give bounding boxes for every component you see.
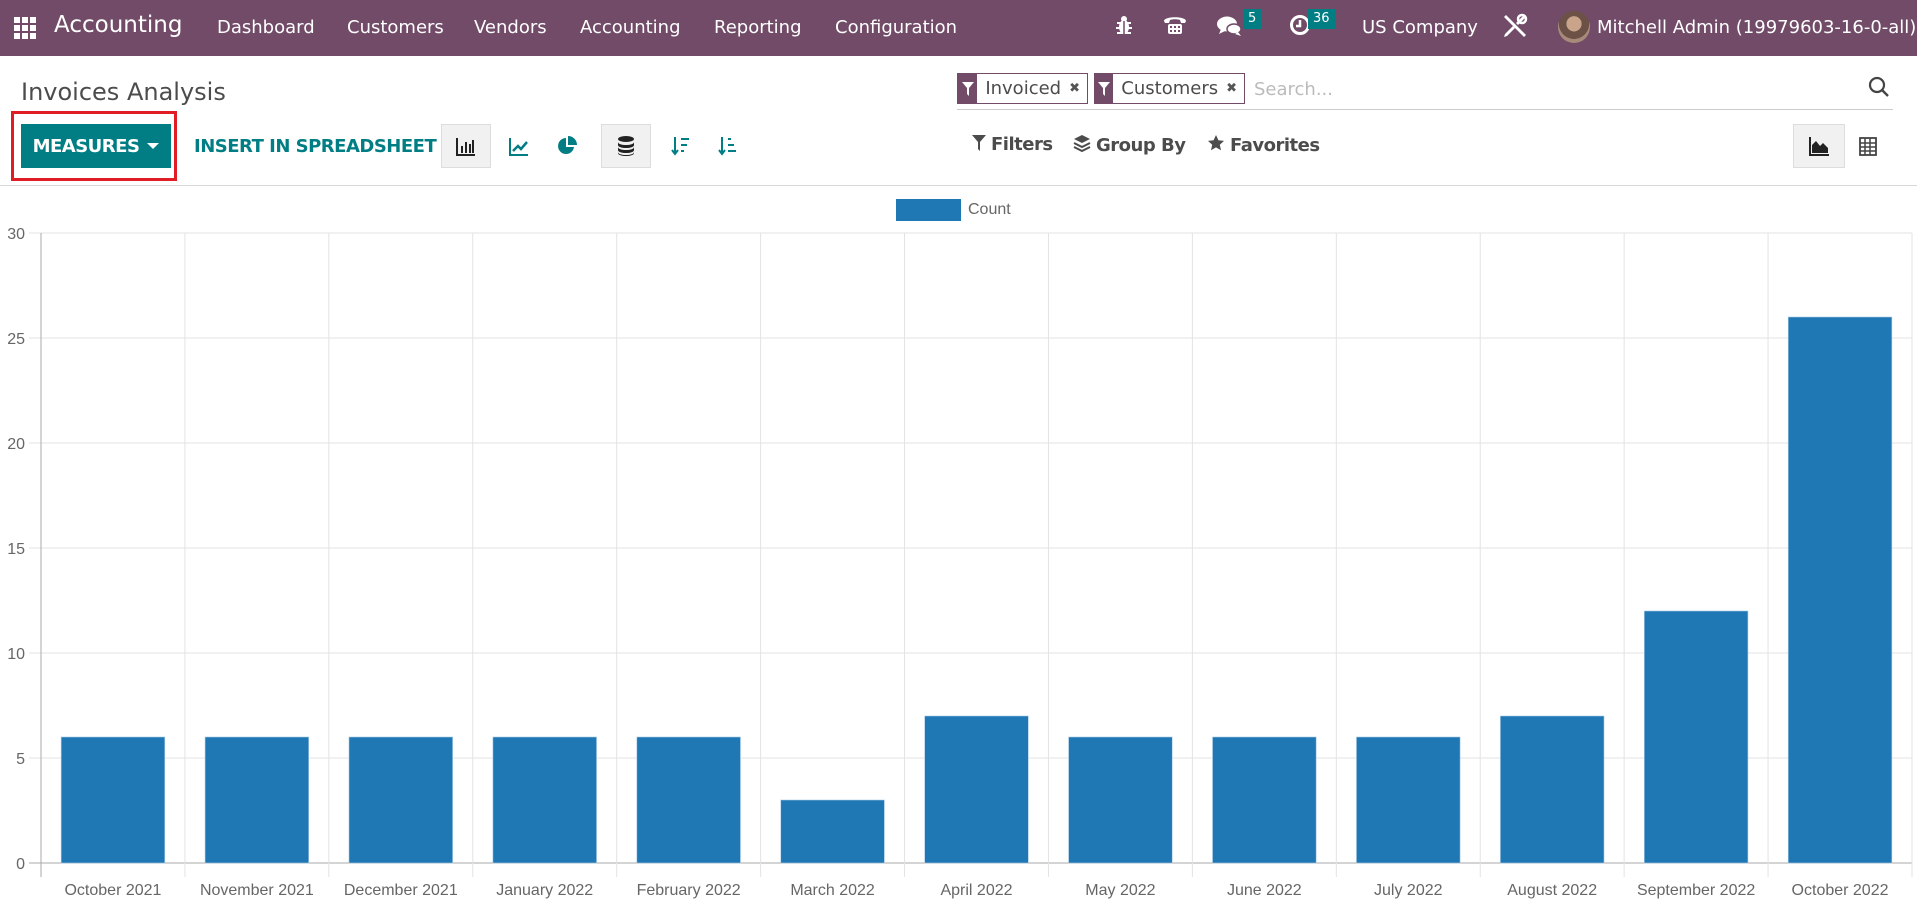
debug-bug-icon[interactable] — [1115, 14, 1133, 41]
pivot-table-icon — [1859, 137, 1877, 156]
stacked-toggle-button[interactable] — [601, 124, 651, 168]
filter-icon — [958, 74, 978, 103]
facet-label: Invoiced — [985, 78, 1062, 99]
bar-january-2022 — [492, 736, 597, 864]
legend-label: Count — [968, 201, 1011, 218]
menu-vendors[interactable]: Vendors — [474, 17, 547, 38]
bar-october-2022 — [1787, 316, 1893, 864]
top-navbar: Accounting Dashboard Customers Vendors A… — [0, 0, 1917, 56]
legend-swatch — [896, 199, 961, 221]
bar-chart-button[interactable] — [441, 124, 491, 168]
bar-may-2022 — [1068, 736, 1173, 864]
favorites-label: Favorites — [1230, 134, 1320, 156]
caret-down-icon — [147, 143, 160, 149]
y-tick-label: 5 — [16, 751, 25, 768]
x-tick-label: March 2022 — [790, 882, 875, 899]
search-bar: Invoiced ✖ Customers ✖ — [957, 73, 1893, 110]
line-chart-button[interactable] — [494, 124, 544, 168]
x-tick-label: July 2022 — [1374, 882, 1443, 899]
x-tick-label: April 2022 — [940, 882, 1012, 899]
bar-chart-icon — [456, 138, 475, 156]
line-chart-icon — [509, 138, 528, 156]
bar-july-2022 — [1356, 736, 1461, 864]
menu-reporting[interactable]: Reporting — [714, 17, 802, 38]
bar-november-2021 — [204, 736, 309, 864]
remove-facet-icon[interactable]: ✖ — [1069, 81, 1087, 96]
settings-tools-icon[interactable] — [1502, 13, 1528, 44]
bar-march-2022 — [780, 799, 885, 864]
filters-label: Filters — [991, 134, 1053, 155]
facet-label: Customers — [1121, 78, 1219, 99]
x-tick-label: October 2021 — [64, 882, 161, 899]
x-tick-label: September 2022 — [1637, 882, 1755, 899]
phone-icon[interactable] — [1163, 14, 1187, 41]
bar-october-2021 — [60, 736, 166, 864]
bar-august-2022 — [1500, 715, 1605, 864]
app-menu-icon[interactable] — [14, 17, 36, 39]
insert-in-spreadsheet-button[interactable]: INSERT IN SPREADSHEET — [194, 124, 437, 168]
group-by-dropdown[interactable]: Group By — [1073, 134, 1186, 156]
activities-badge: 36 — [1308, 9, 1335, 29]
remove-facet-icon[interactable]: ✖ — [1226, 81, 1244, 96]
measures-label: MEASURES — [32, 135, 140, 157]
y-tick-label: 20 — [7, 436, 25, 453]
area-chart-icon — [1809, 137, 1829, 156]
user-menu[interactable]: Mitchell Admin (19979603-16-0-all) — [1597, 17, 1916, 38]
search-input[interactable] — [1254, 75, 1834, 103]
bar-april-2022 — [924, 715, 1029, 864]
app-name[interactable]: Accounting — [54, 12, 182, 38]
y-tick-label: 25 — [7, 331, 25, 348]
bar-february-2022 — [636, 736, 741, 864]
facet-invoiced: Invoiced ✖ — [957, 73, 1088, 104]
filter-icon — [1095, 74, 1114, 103]
control-panel-divider — [0, 185, 1917, 186]
search-icon[interactable] — [1867, 75, 1891, 99]
database-stack-icon — [618, 136, 634, 156]
filters-dropdown[interactable]: Filters — [972, 134, 1053, 155]
group-by-label: Group By — [1096, 134, 1186, 156]
star-icon — [1207, 134, 1225, 156]
x-tick-label: October 2022 — [1792, 882, 1889, 899]
pie-chart-icon — [558, 136, 577, 154]
filter-icon — [972, 134, 986, 155]
x-tick-label: November 2021 — [200, 882, 314, 899]
x-tick-label: August 2022 — [1507, 882, 1597, 899]
menu-dashboard[interactable]: Dashboard — [217, 17, 315, 38]
sort-ascending-button[interactable] — [703, 124, 753, 168]
bar-december-2021 — [348, 736, 453, 864]
menu-configuration[interactable]: Configuration — [835, 17, 957, 38]
user-avatar[interactable] — [1558, 11, 1590, 43]
y-tick-label: 0 — [16, 856, 25, 873]
x-tick-label: June 2022 — [1227, 882, 1302, 899]
measures-button[interactable]: MEASURES — [21, 124, 171, 168]
messages-badge: 5 — [1243, 9, 1262, 29]
y-tick-label: 15 — [7, 541, 25, 558]
x-tick-label: January 2022 — [496, 882, 593, 899]
bar-september-2022 — [1644, 610, 1749, 864]
pie-chart-button[interactable] — [542, 124, 592, 168]
layers-icon — [1073, 134, 1091, 156]
pivot-view-button[interactable] — [1845, 124, 1891, 168]
x-tick-label: December 2021 — [344, 882, 458, 899]
x-tick-label: February 2022 — [637, 882, 741, 899]
sort-ascending-icon — [718, 137, 736, 156]
menu-accounting[interactable]: Accounting — [580, 17, 681, 38]
y-tick-label: 30 — [7, 226, 25, 243]
favorites-dropdown[interactable]: Favorites — [1207, 134, 1320, 156]
y-tick-label: 10 — [7, 646, 25, 663]
menu-customers[interactable]: Customers — [347, 17, 444, 38]
facet-customers: Customers ✖ — [1094, 73, 1245, 104]
sort-descending-icon — [671, 137, 689, 156]
page-title: Invoices Analysis — [21, 78, 226, 106]
company-switcher[interactable]: US Company — [1362, 17, 1478, 38]
x-tick-label: May 2022 — [1085, 882, 1155, 899]
chart-legend[interactable]: Count — [896, 199, 1011, 221]
sort-descending-button[interactable] — [656, 124, 706, 168]
bar-june-2022 — [1212, 736, 1317, 864]
messages-icon[interactable] — [1217, 14, 1243, 43]
graph-view-button[interactable] — [1793, 124, 1845, 168]
